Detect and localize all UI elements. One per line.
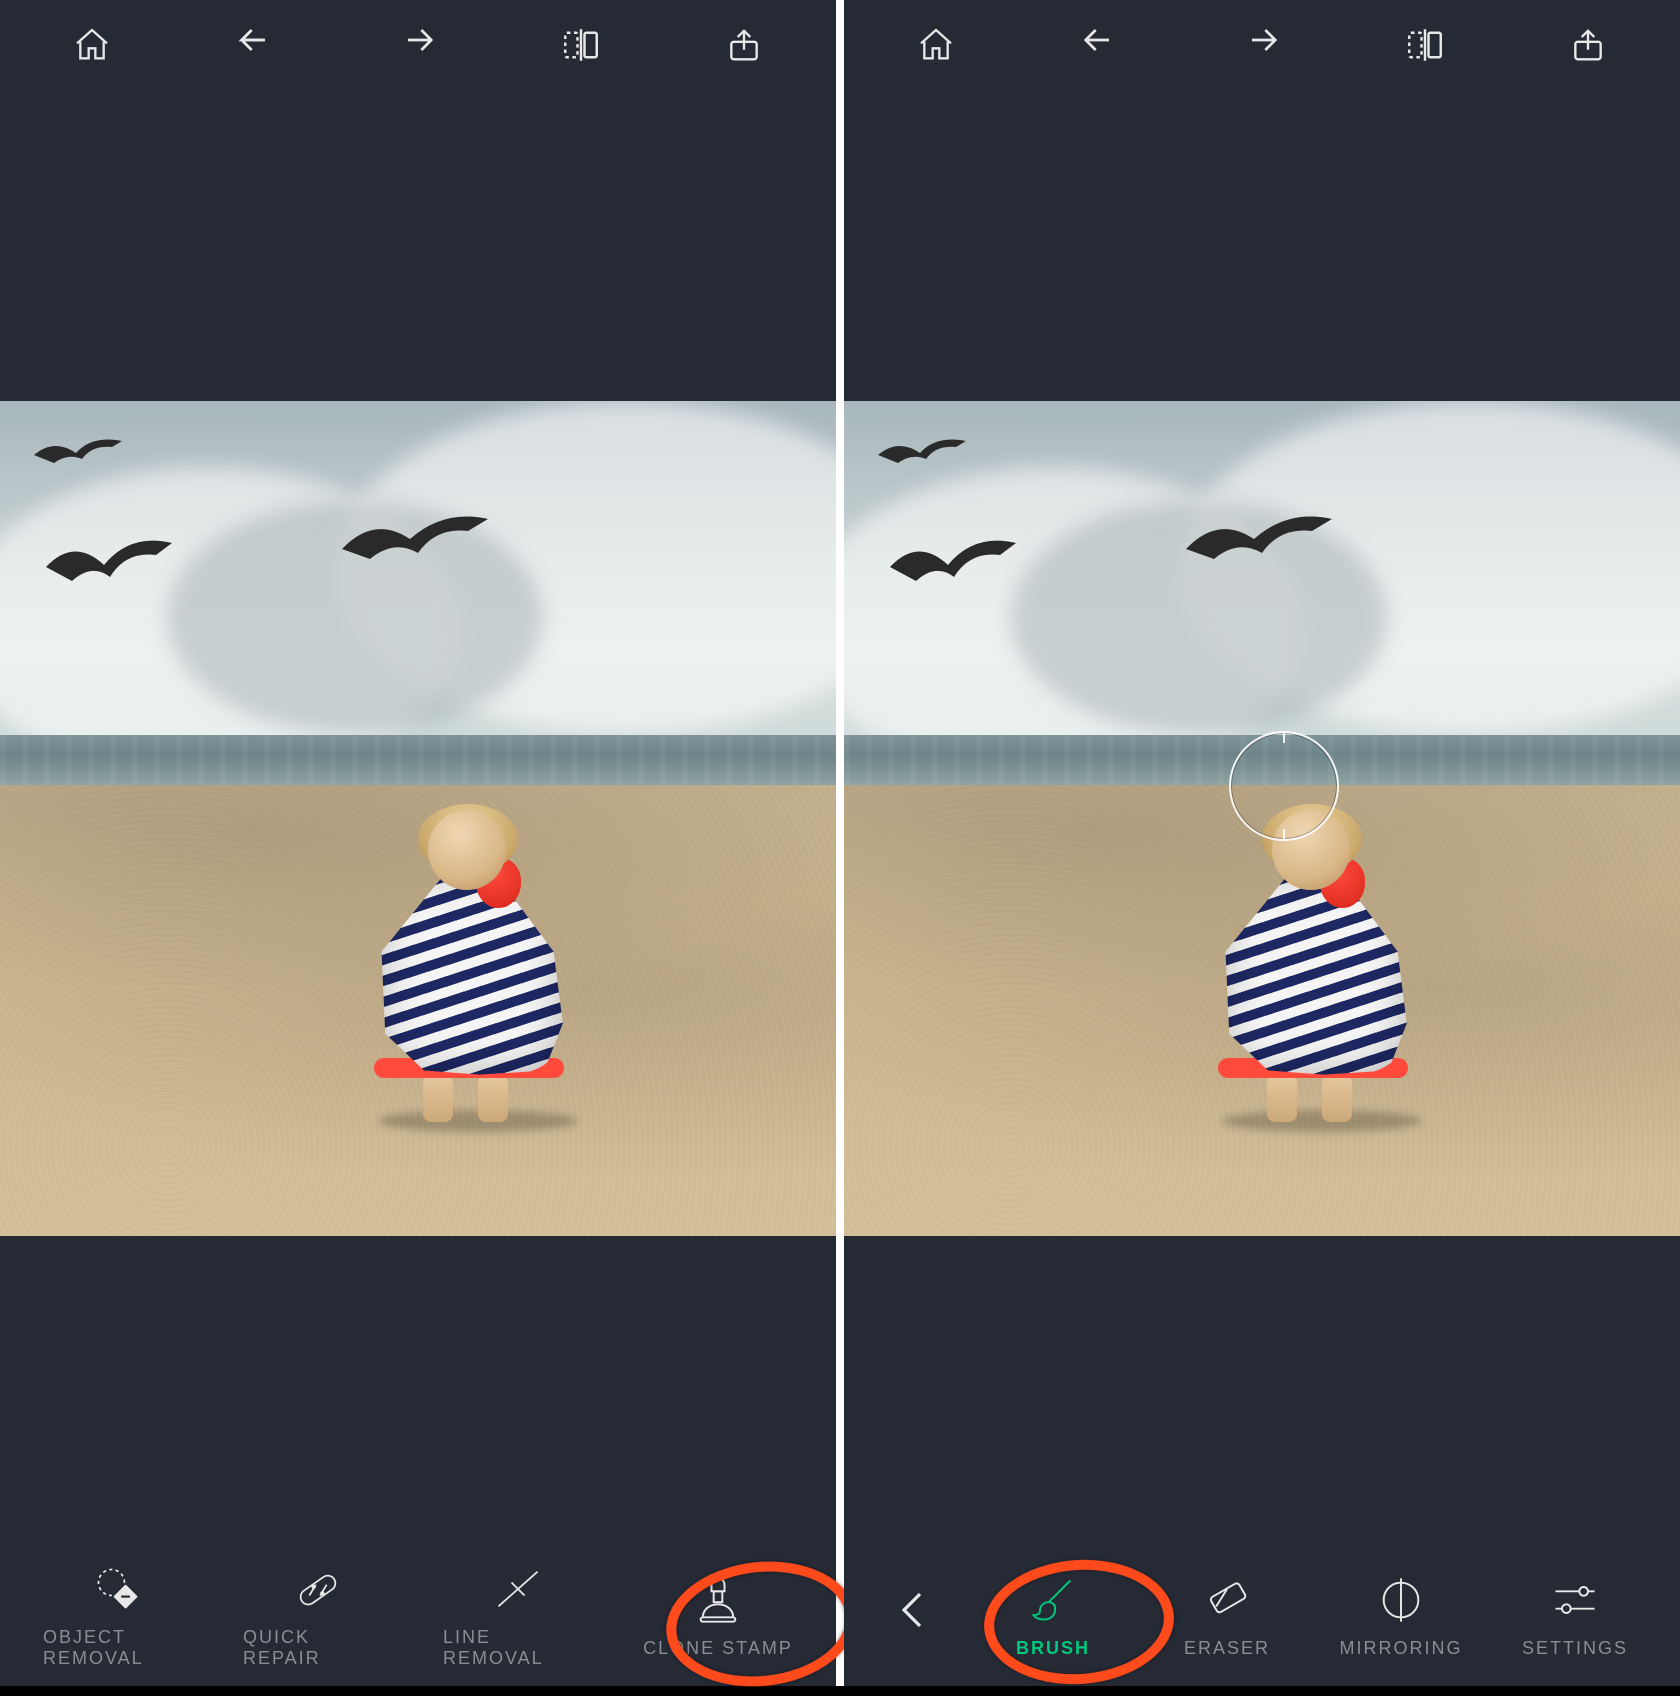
compare-icon xyxy=(560,24,602,66)
compare-button[interactable] xyxy=(1401,21,1449,69)
share-button[interactable] xyxy=(1564,21,1612,69)
redo-button[interactable] xyxy=(394,21,442,69)
tool-mirroring[interactable]: MIRRORING xyxy=(1326,1574,1476,1659)
share-icon xyxy=(725,26,763,64)
home-icon xyxy=(72,25,112,65)
tool-label: MIRRORING xyxy=(1340,1638,1463,1659)
tool-label: CLONE STAMP xyxy=(643,1638,793,1659)
screen-left: OBJECT REMOVAL QUICK REPAIR LINE REMOVAL… xyxy=(0,0,836,1686)
tool-label: OBJECT REMOVAL xyxy=(43,1627,193,1669)
bird xyxy=(888,537,1018,607)
back-icon xyxy=(888,1584,940,1636)
tool-label: SETTINGS xyxy=(1522,1638,1628,1659)
tool-back[interactable] xyxy=(874,1584,954,1648)
undo-button[interactable] xyxy=(1075,21,1123,69)
settings-icon xyxy=(1549,1574,1601,1626)
tool-object-removal[interactable]: OBJECT REMOVAL xyxy=(43,1563,193,1669)
tool-brush[interactable]: BRUSH xyxy=(978,1574,1128,1659)
redo-button[interactable] xyxy=(1238,21,1286,69)
share-icon xyxy=(1569,26,1607,64)
clone-source-reticle[interactable] xyxy=(1229,731,1339,841)
quick-repair-icon xyxy=(292,1563,344,1615)
eraser-icon xyxy=(1201,1574,1253,1626)
brush-icon xyxy=(1027,1574,1079,1626)
child-subject xyxy=(368,810,568,1120)
object-removal-icon xyxy=(92,1563,144,1615)
compare-button[interactable] xyxy=(557,21,605,69)
image-canvas[interactable] xyxy=(844,90,1680,1546)
photo xyxy=(0,401,836,1236)
undo-icon xyxy=(1079,25,1119,65)
tool-label: QUICK REPAIR xyxy=(243,1627,393,1669)
home-button[interactable] xyxy=(68,21,116,69)
top-toolbar xyxy=(844,0,1680,90)
tool-label: BRUSH xyxy=(1016,1638,1090,1659)
undo-button[interactable] xyxy=(231,21,279,69)
redo-icon xyxy=(1242,25,1282,65)
bird xyxy=(1184,509,1334,579)
bird xyxy=(878,433,968,481)
home-button[interactable] xyxy=(912,21,960,69)
screen-right: BRUSH ERASER MIRRORING SETTINGS xyxy=(844,0,1680,1686)
share-button[interactable] xyxy=(720,21,768,69)
line-removal-icon xyxy=(492,1563,544,1615)
home-icon xyxy=(916,25,956,65)
tool-label: ERASER xyxy=(1184,1638,1270,1659)
bird xyxy=(340,509,490,579)
redo-icon xyxy=(398,25,438,65)
clone-stamp-icon xyxy=(692,1574,744,1626)
bottom-toolbar: OBJECT REMOVAL QUICK REPAIR LINE REMOVAL… xyxy=(0,1546,836,1686)
tool-eraser[interactable]: ERASER xyxy=(1152,1574,1302,1659)
screenshot-divider xyxy=(836,0,844,1686)
tool-label: LINE REMOVAL xyxy=(443,1627,593,1669)
bottom-toolbar: BRUSH ERASER MIRRORING SETTINGS xyxy=(844,1546,1680,1686)
top-toolbar xyxy=(0,0,836,90)
tool-line-removal[interactable]: LINE REMOVAL xyxy=(443,1563,593,1669)
mirroring-icon xyxy=(1375,1574,1427,1626)
compare-icon xyxy=(1404,24,1446,66)
bird xyxy=(44,537,174,607)
tool-settings[interactable]: SETTINGS xyxy=(1500,1574,1650,1659)
child-subject xyxy=(1212,810,1412,1120)
tool-quick-repair[interactable]: QUICK REPAIR xyxy=(243,1563,393,1669)
tool-clone-stamp[interactable]: CLONE STAMP xyxy=(643,1574,793,1659)
undo-icon xyxy=(235,25,275,65)
bird xyxy=(34,433,124,481)
image-canvas[interactable] xyxy=(0,90,836,1546)
photo xyxy=(844,401,1680,1236)
